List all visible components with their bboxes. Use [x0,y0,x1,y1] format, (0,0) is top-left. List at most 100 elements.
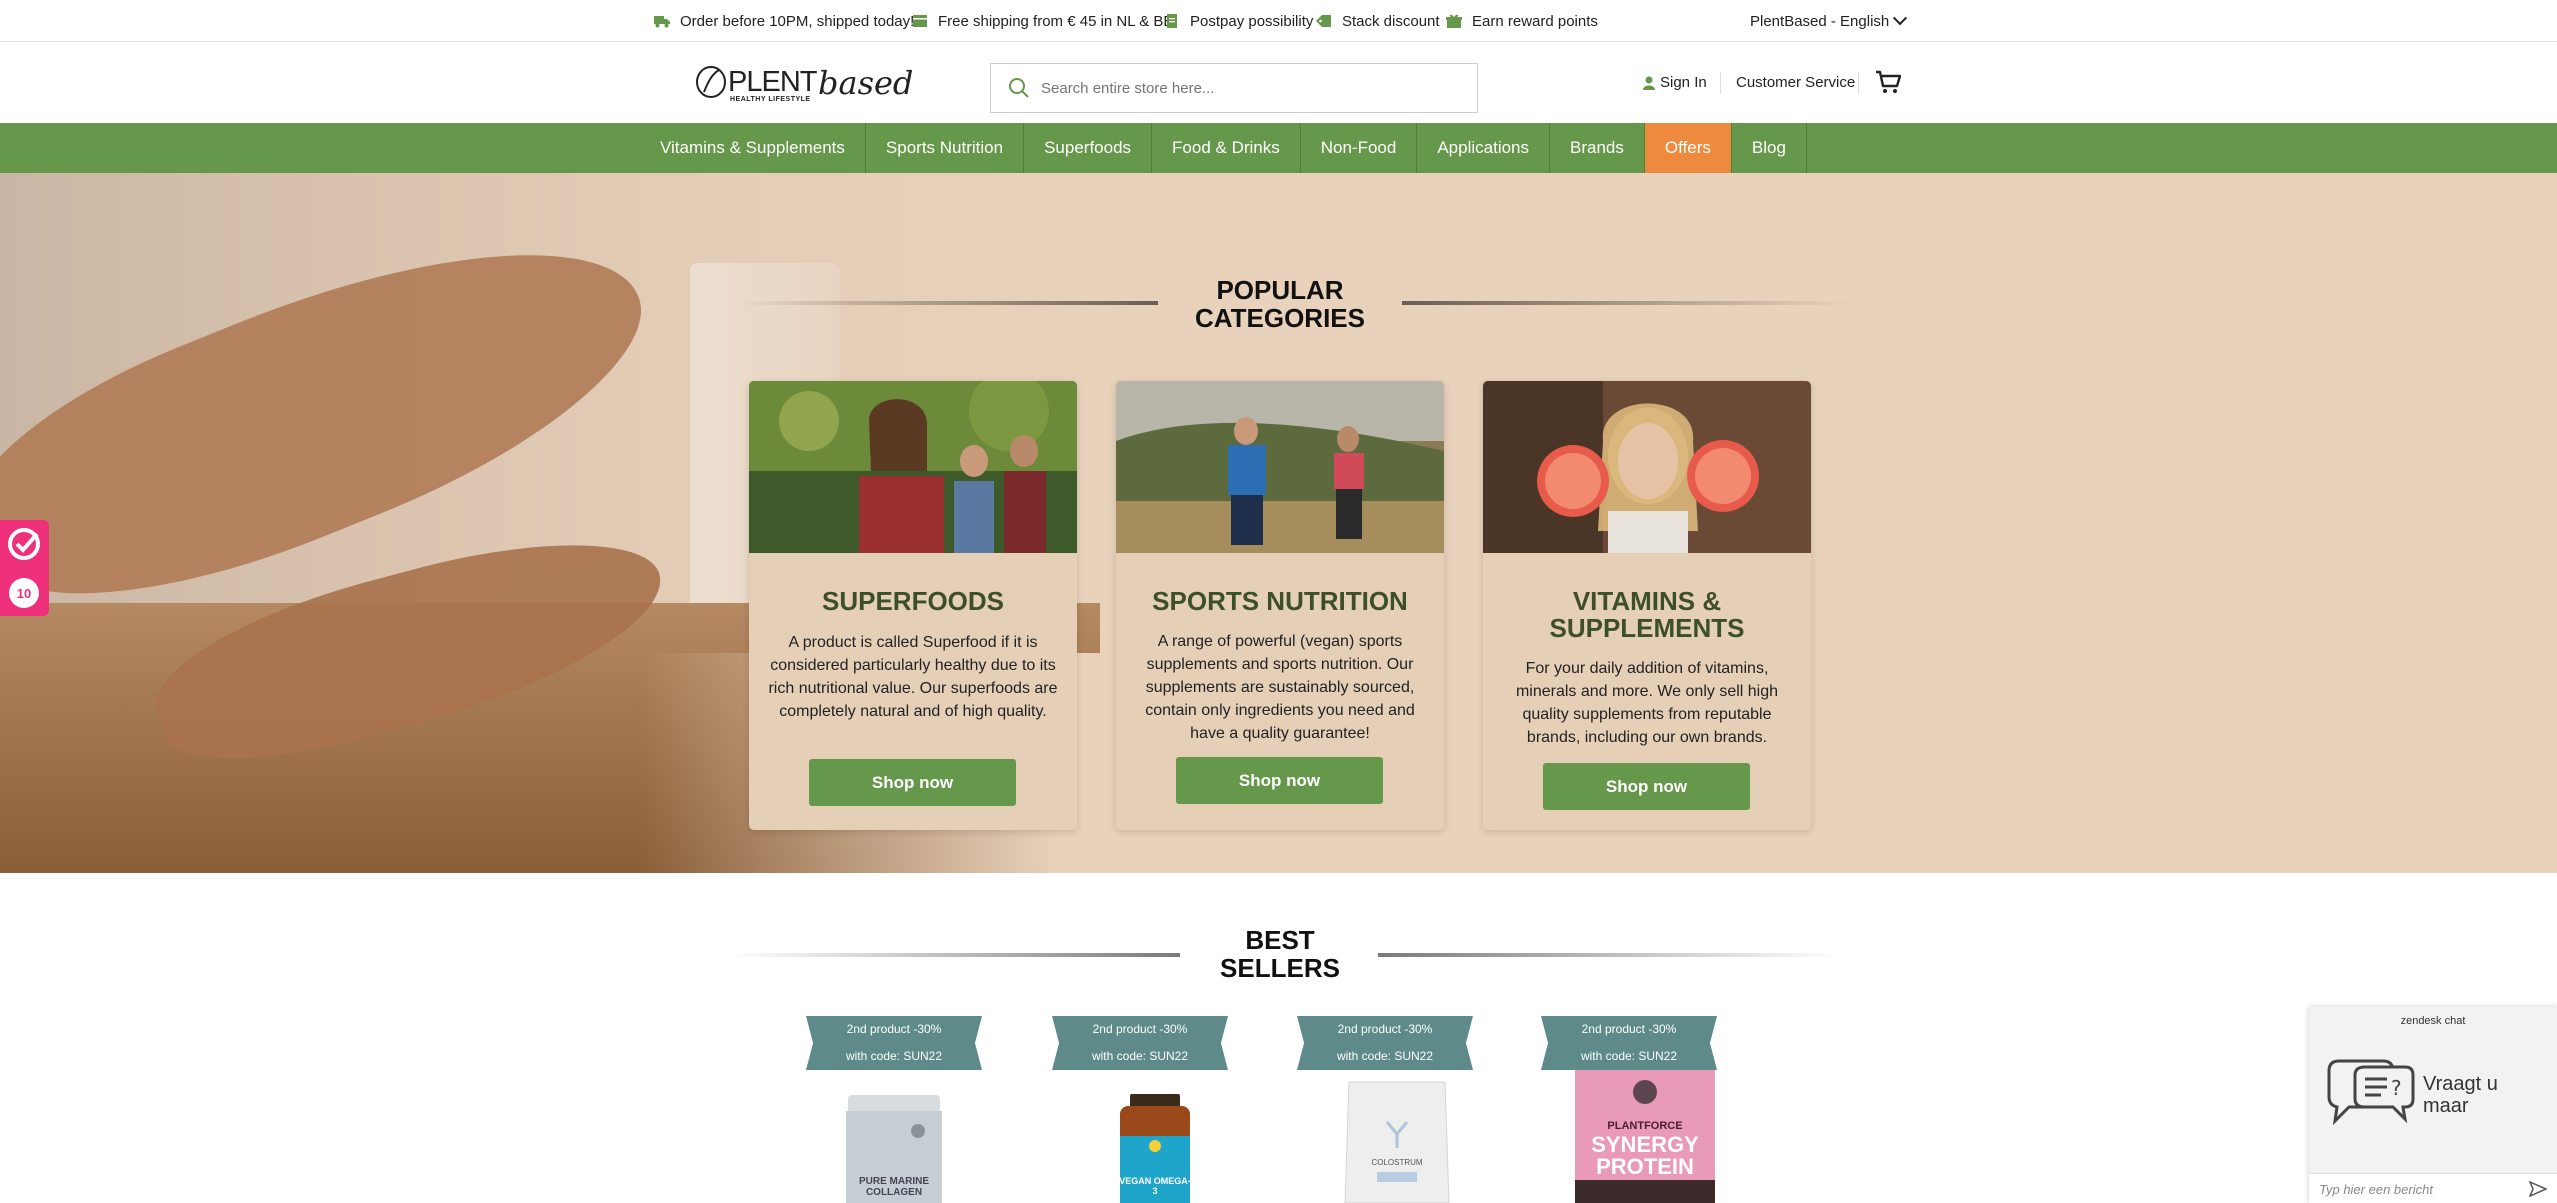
category-image-vitamins-supplements[interactable] [1483,381,1811,553]
main-navigation: Vitamins & Supplements Sports Nutrition … [0,123,2557,173]
promo-ribbon-line: 2nd product -30% [846,1022,942,1036]
category-card-sports-nutrition: SPORTS NUTRITION A range of powerful (ve… [1116,381,1444,830]
section-title: POPULAR CATEGORIES [1180,276,1380,332]
product-image [1344,1081,1450,1203]
chevron-down-icon [1893,11,1908,26]
product-card[interactable]: 2nd product -30% with code: SUN22 PURE M… [806,1016,982,1203]
tag-icon [1316,15,1331,27]
promo-ribbon-line: with code: SUN22 [1091,1049,1189,1063]
title-rule-left [736,301,1158,305]
cart-button[interactable] [1875,70,1902,99]
section-title-line: POPULAR [1216,275,1344,305]
promo-ribbon-line: with code: SUN22 [845,1049,943,1063]
chat-message-line: maar [2423,1095,2469,1117]
product-card[interactable]: 2nd product -30% with code: SUN22 COLOST… [1297,1016,1473,1203]
search-input[interactable] [1041,64,1461,112]
site-header: PLENT based HEALTHY LIFESTYLE Sign In Cu… [0,42,2557,123]
section-title-line: CATEGORIES [1195,303,1365,333]
usp-label: Earn reward points [1472,12,1598,30]
best-sellers-title: BEST SELLERS [1180,926,1380,982]
section-title-line: SELLERS [1220,953,1340,983]
usp-label: Order before 10PM, shipped today! [680,12,915,30]
title-rule-left [730,953,1180,957]
language-selector[interactable]: PlentBased - English [1750,0,1927,42]
chat-message-line: Vraagt u [2423,1073,2498,1095]
svg-text:?: ? [2391,1076,2402,1100]
nav-blog[interactable]: Blog [1732,123,1807,173]
category-title-line: VITAMINS & [1572,586,1722,616]
nav-superfoods[interactable]: Superfoods [1024,123,1153,173]
nav-sports-nutrition[interactable]: Sports Nutrition [866,123,1025,173]
product-label: VEGAN OMEGA-3 [1119,1176,1191,1196]
category-card-superfoods: SUPERFOODS A product is called Superfood… [749,381,1077,830]
section-title-line: BEST [1245,925,1315,955]
category-description: A product is called Superfood if it is c… [768,634,1058,720]
customer-service-link[interactable]: Customer Service [1736,42,1855,123]
nav-non-food[interactable]: Non-Food [1301,123,1418,173]
promo-ribbon-line: with code: SUN22 [1336,1049,1434,1063]
send-icon[interactable] [2529,1181,2547,1197]
popular-categories-section: POPULAR CATEGORIES SUPERFOODS A product … [0,173,2557,873]
truck-icon [654,16,670,28]
shop-now-button[interactable]: Shop now [1543,763,1750,810]
shop-now-button[interactable]: Shop now [1176,757,1383,804]
usp-free-shipping: Free shipping from € 45 in NL & BE [912,0,1173,42]
product-label: PURE MARINE COLLAGEN [858,1176,929,1198]
nav-applications[interactable]: Applications [1417,123,1551,173]
category-description: For your daily addition of vitamins, min… [1515,660,1779,746]
cart-icon [1876,70,1902,93]
review-badge[interactable]: 10 [0,520,49,616]
promo-ribbon: 2nd product -30% with code: SUN22 [1052,1016,1228,1070]
logo[interactable]: PLENT based HEALTHY LIFESTYLE [694,62,913,106]
usp-postpay: Postpay possibility [1164,0,1313,42]
search-box[interactable] [990,63,1478,113]
divider [1858,72,1859,94]
nav-brands[interactable]: Brands [1550,123,1645,173]
nav-vitamins-supplements[interactable]: Vitamins & Supplements [640,123,866,173]
category-image-sports-nutrition[interactable] [1116,381,1444,553]
category-card-vitamins-supplements: VITAMINS & SUPPLEMENTS For your daily ad… [1483,381,1811,830]
promo-ribbon-line: 2nd product -30% [1337,1022,1433,1036]
usp-label: Stack discount [1342,12,1440,30]
category-title: SUPERFOODS [821,586,1005,616]
language-label: PlentBased - English [1750,12,1890,30]
logo-tagline: HEALTHY LIFESTYLE [730,96,811,103]
shop-now-button[interactable]: Shop now [809,759,1016,806]
review-score: 10 [9,578,39,608]
product-card[interactable]: 2nd product -30% with code: SUN22 VEGAN … [1052,1016,1228,1203]
usp-stack-discount: Stack discount [1316,0,1440,42]
category-title: SPORTS NUTRITION [1152,586,1408,616]
customer-service-label: Customer Service [1736,74,1856,91]
chat-input[interactable]: Typ hier een bericht [2309,1173,2557,1203]
product-label: SYNERGY PROTEIN [1591,1132,1699,1179]
receipt-icon [1167,14,1177,28]
product-card[interactable]: 2nd product -30% with code: SUN22 PLANTF… [1541,1016,1717,1203]
usp-reward-points: Earn reward points [1446,0,1598,42]
usp-label: Free shipping from € 45 in NL & BE [938,12,1174,30]
user-icon [1643,76,1655,90]
title-rule-right [1378,953,1838,957]
logo-text-plent: PLENT [728,66,817,98]
gift-icon [1446,14,1462,28]
nav-food-drinks[interactable]: Food & Drinks [1152,123,1301,173]
promo-ribbon: 2nd product -30% with code: SUN22 [1541,1016,1717,1070]
product-label: COLOSTRUM [1371,1158,1423,1167]
promo-ribbon: 2nd product -30% with code: SUN22 [1297,1016,1473,1070]
title-rule-right [1402,301,1852,305]
chat-input-placeholder: Typ hier een bericht [2319,1182,2433,1197]
category-image-superfoods[interactable] [749,381,1077,553]
search-icon[interactable] [1007,76,1031,100]
sign-in-link[interactable]: Sign In [1643,42,1707,123]
chat-widget-message: Vraagt u maar [2423,1073,2498,1117]
usp-shipping-today: Order before 10PM, shipped today! [654,0,914,42]
box-icon [913,15,927,27]
usp-label: Postpay possibility [1190,12,1314,30]
promo-ribbon: 2nd product -30% with code: SUN22 [806,1016,982,1070]
category-title-line: SUPPLEMENTS [1549,613,1745,643]
product-brand: PLANTFORCE [1607,1120,1683,1132]
category-description: A range of powerful (vegan) sports suppl… [1145,633,1415,742]
sign-in-label: Sign In [1660,74,1707,91]
zendesk-chat-widget[interactable]: zendesk chat ? Vraagt u maar Typ hier ee… [2309,1007,2557,1203]
chat-widget-title: zendesk chat [2400,1015,2466,1027]
nav-offers[interactable]: Offers [1644,123,1732,173]
